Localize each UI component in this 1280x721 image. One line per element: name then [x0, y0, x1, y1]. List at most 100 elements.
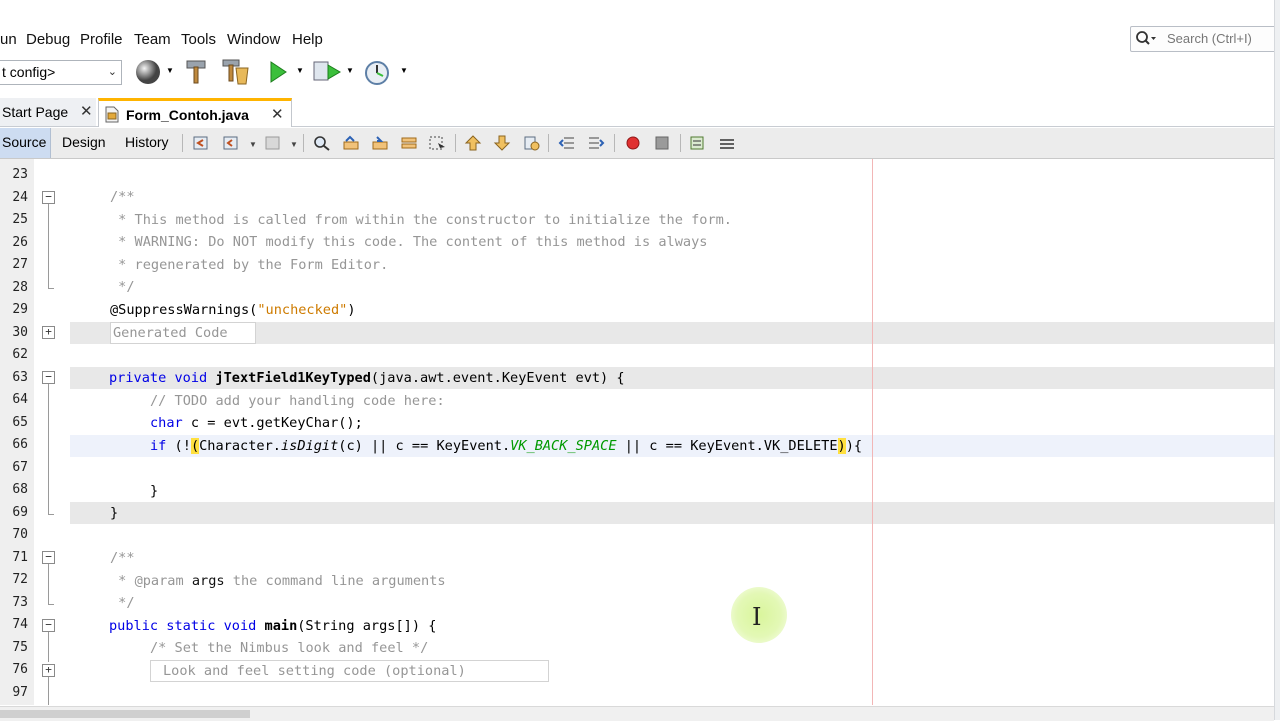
fold-expand-icon[interactable]: + [42, 664, 55, 677]
last-edit-icon[interactable] [192, 135, 210, 151]
separator [455, 134, 456, 152]
generated-code-fold[interactable]: Generated Code [110, 322, 256, 344]
scrollbar-thumb[interactable] [0, 710, 250, 718]
code-line-75: /* Set the Nimbus look and feel */ [150, 640, 429, 656]
fold-guide-end [48, 288, 54, 289]
chevron-down-icon[interactable]: ▼ [400, 66, 408, 75]
search-input[interactable]: Search (Ctrl+I) [1130, 26, 1276, 52]
line-number: 73 [12, 595, 28, 610]
code-line-65: char c = evt.getKeyChar(); [150, 412, 363, 434]
config-combo[interactable]: t config> ⌄ [0, 60, 122, 85]
text-cursor-icon: I [752, 603, 762, 631]
line-number: 66 [12, 437, 28, 452]
fold-guide [48, 384, 49, 514]
fold-guide [48, 677, 49, 705]
chevron-down-icon[interactable]: ▼ [290, 140, 298, 149]
window-edge [1274, 0, 1280, 720]
code-line-69: } [110, 505, 119, 521]
line-number: 28 [12, 280, 28, 295]
code-line-24: /** [110, 189, 135, 205]
toggle-bookmark-icon[interactable] [522, 135, 540, 151]
look-and-feel-fold[interactable]: Look and feel setting code (optional) [150, 660, 549, 682]
menu-debug[interactable]: Debug [26, 31, 70, 48]
code-line-64: // TODO add your handling code here: [150, 393, 445, 409]
fold-collapse-icon[interactable]: − [42, 551, 55, 564]
search-placeholder: Search (Ctrl+I) [1167, 31, 1252, 46]
fold-collapse-icon[interactable]: − [42, 619, 55, 632]
debug-icon[interactable] [312, 59, 342, 85]
search-icon[interactable] [1135, 30, 1157, 48]
find-previous-icon[interactable] [342, 135, 360, 151]
code-token: (String args[]) { [297, 618, 437, 634]
fold-expand-icon[interactable]: + [42, 326, 55, 339]
chevron-down-icon[interactable]: ▼ [166, 66, 174, 75]
menu-team[interactable]: Team [134, 31, 171, 48]
code-line-26: * WARNING: Do NOT modify this code. The … [110, 234, 708, 250]
toggle-rect-selection-icon[interactable] [428, 135, 446, 151]
editor-toolbar: Source Design History ▼ ▼ [0, 128, 1274, 159]
tab-source[interactable]: Source [0, 128, 51, 158]
clean-build-icon[interactable] [220, 58, 250, 86]
menu-profile[interactable]: Profile [80, 31, 123, 48]
tab-design-label: Design [62, 134, 106, 150]
globe-icon[interactable] [134, 58, 162, 86]
fold-collapse-icon[interactable]: − [42, 191, 55, 204]
build-hammer-icon[interactable] [184, 59, 208, 85]
comment-icon[interactable] [689, 135, 707, 151]
line-number: 70 [12, 527, 28, 542]
back-icon[interactable] [222, 135, 240, 151]
line-number: 69 [12, 505, 28, 520]
find-next-icon[interactable] [371, 135, 389, 151]
menu-help[interactable]: Help [292, 31, 323, 48]
code-line-66: if (!(Character.isDigit(c) || c == KeyEv… [150, 435, 862, 457]
code-token: ){ [845, 438, 863, 454]
code-token: * [110, 573, 135, 589]
line-number: 75 [12, 640, 28, 655]
code-line-29: @SuppressWarnings("unchecked") [110, 299, 356, 321]
code-line-74: public static void main(String args[]) { [109, 615, 436, 637]
keyword: char [150, 415, 183, 431]
shift-left-icon[interactable] [558, 135, 576, 151]
fold-guide-end [48, 604, 54, 605]
horizontal-scrollbar[interactable] [0, 706, 1274, 721]
profile-icon[interactable] [364, 59, 392, 87]
shift-right-icon[interactable] [587, 135, 605, 151]
uncomment-icon[interactable] [718, 135, 736, 151]
code-line-68: } [150, 483, 159, 499]
menu-bar: un Debug Profile Team Tools Window Help [0, 26, 1130, 54]
run-icon[interactable] [268, 60, 288, 84]
code-token: the command line arguments [224, 573, 446, 589]
tab-start-page[interactable]: Start Page ✕ [0, 98, 96, 126]
next-bookmark-icon[interactable] [493, 135, 511, 151]
method-name: jTextField1KeyTyped [215, 370, 371, 386]
param-name: args [183, 573, 225, 589]
tab-label: Form_Contoh.java [126, 107, 249, 123]
code-token: ) [347, 302, 356, 318]
menu-tools[interactable]: Tools [181, 31, 216, 48]
line-number: 71 [12, 550, 28, 565]
close-icon[interactable]: ✕ [80, 102, 93, 120]
separator [614, 134, 615, 152]
tab-form-contoh[interactable]: Form_Contoh.java ✕ [98, 98, 292, 127]
chevron-down-icon[interactable]: ▼ [296, 66, 304, 75]
stop-macro-recording-icon[interactable] [653, 135, 671, 151]
keyword: if [150, 438, 167, 454]
previous-bookmark-icon[interactable] [464, 135, 482, 151]
generated-code-label: Generated Code [113, 325, 228, 341]
start-macro-recording-icon[interactable] [624, 135, 642, 151]
tab-design[interactable]: Design [52, 128, 114, 158]
menu-window[interactable]: Window [227, 31, 280, 48]
matched-bracket: ) [837, 438, 846, 454]
tab-label: Start Page [2, 104, 69, 120]
chevron-down-icon[interactable]: ▼ [346, 66, 354, 75]
fold-collapse-icon[interactable]: − [42, 371, 55, 384]
menu-run[interactable]: un [0, 31, 17, 48]
chevron-down-icon[interactable]: ▼ [249, 140, 257, 149]
tab-history[interactable]: History [116, 128, 180, 158]
chevron-down-icon[interactable]: ⌄ [108, 65, 117, 78]
close-icon[interactable]: ✕ [271, 105, 284, 123]
keyword: public static void [109, 618, 257, 634]
forward-icon[interactable] [264, 135, 282, 151]
find-icon[interactable] [313, 135, 331, 151]
toggle-highlight-icon[interactable] [400, 135, 418, 151]
